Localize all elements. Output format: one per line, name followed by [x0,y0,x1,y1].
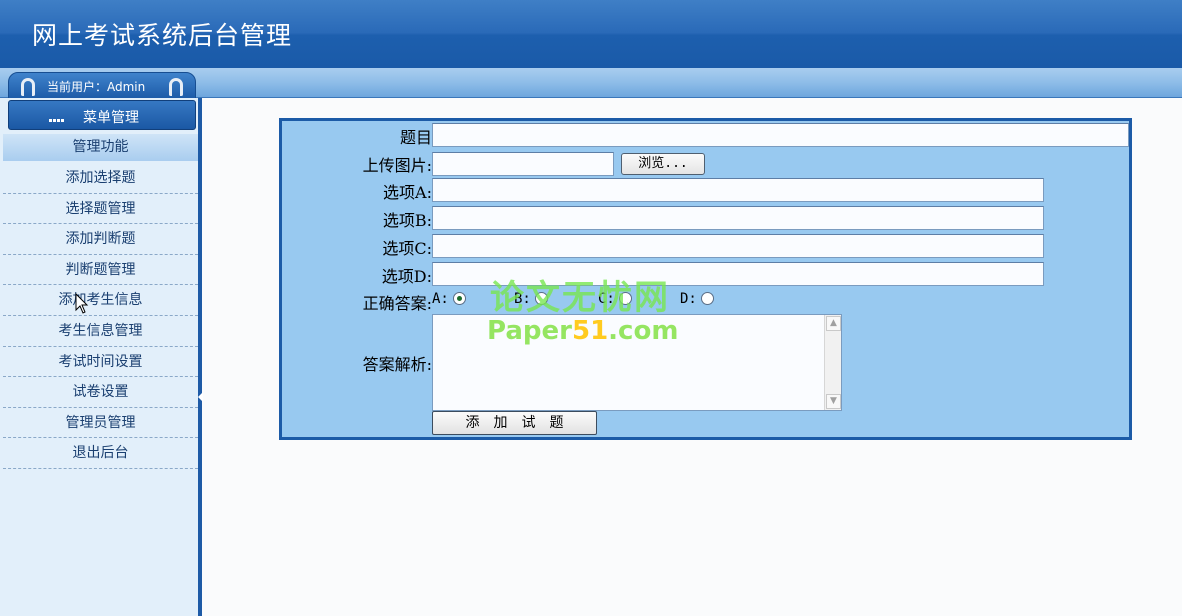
menu-header-label: 菜单管理 [83,110,139,126]
sidebar-item-add-judge[interactable]: 添加判断题 [3,224,198,255]
sidebar-item-exam-time[interactable]: 考试时间设置 [3,347,198,378]
option-a-label: 选项A: [383,183,432,202]
current-user-label: 当前用户：Admin [47,80,146,94]
option-d-label: 选项D: [381,267,432,286]
grid-icon [49,111,67,138]
ring-right-icon [169,78,183,96]
sidebar-item-add-student[interactable]: 添加考生信息 [3,285,198,316]
sidebar-item-admin-manage[interactable]: 管理员管理 [3,408,198,439]
add-question-form: 题目 上传图片: 浏览... 选项A: 选项B: 选项C: 选项D: 正确答案:… [279,118,1132,440]
option-c-input[interactable] [432,234,1044,258]
option-a-input[interactable] [432,178,1044,202]
option-b-input[interactable] [432,206,1044,230]
scroll-down-icon[interactable]: ▼ [826,394,841,409]
image-file-input[interactable] [432,152,614,176]
textarea-scrollbar[interactable]: ▲ ▼ [824,315,841,410]
browse-button[interactable]: 浏览... [621,153,705,175]
menu-header[interactable]: 菜单管理 [8,100,196,138]
add-question-button[interactable]: 添加试题 [432,411,597,435]
option-c-label: 选项C: [382,239,432,258]
app-title: 网上考试系统后台管理 [32,21,293,50]
ring-left-icon [21,78,35,96]
watermark-line1: 论文无忧网 [490,278,670,318]
menu-group-header[interactable]: 管理功能 [3,134,198,161]
question-label: 题目 [399,128,432,147]
question-input[interactable] [432,123,1129,147]
watermark-logo: 论文无忧网 Paper51.com [485,270,700,350]
option-b-label: 选项B: [382,211,432,230]
scroll-up-icon[interactable]: ▲ [826,316,841,331]
sidebar-item-judge-manage[interactable]: 判断题管理 [3,255,198,286]
radio-a[interactable] [452,292,466,305]
image-label: 上传图片: [362,156,432,175]
sidebar-collapse-arrow-icon[interactable] [198,392,203,402]
menu-list: 添加选择题 选择题管理 添加判断题 判断题管理 添加考生信息 考生信息管理 考试… [3,163,198,469]
correct-answer-label: 正确答案: [362,294,432,313]
sidebar-item-student-manage[interactable]: 考生信息管理 [3,316,198,347]
sidebar-item-logout[interactable]: 退出后台 [3,438,198,469]
radio-d[interactable] [700,292,714,305]
current-user-tab: 当前用户：Admin [8,72,196,100]
sidebar: 菜单管理 管理功能 添加选择题 选择题管理 添加判断题 判断题管理 添加考生信息… [0,98,202,616]
watermark-line2: Paper51.com [487,316,679,346]
sidebar-item-choice-manage[interactable]: 选择题管理 [3,194,198,225]
sidebar-item-paper-settings[interactable]: 试卷设置 [3,377,198,408]
analysis-label: 答案解析: [362,355,432,374]
answer-option-a[interactable]: A: [432,291,466,307]
mouse-cursor-icon [75,293,89,314]
app-header: 网上考试系统后台管理 [0,0,1182,68]
sidebar-item-add-choice[interactable]: 添加选择题 [3,163,198,194]
